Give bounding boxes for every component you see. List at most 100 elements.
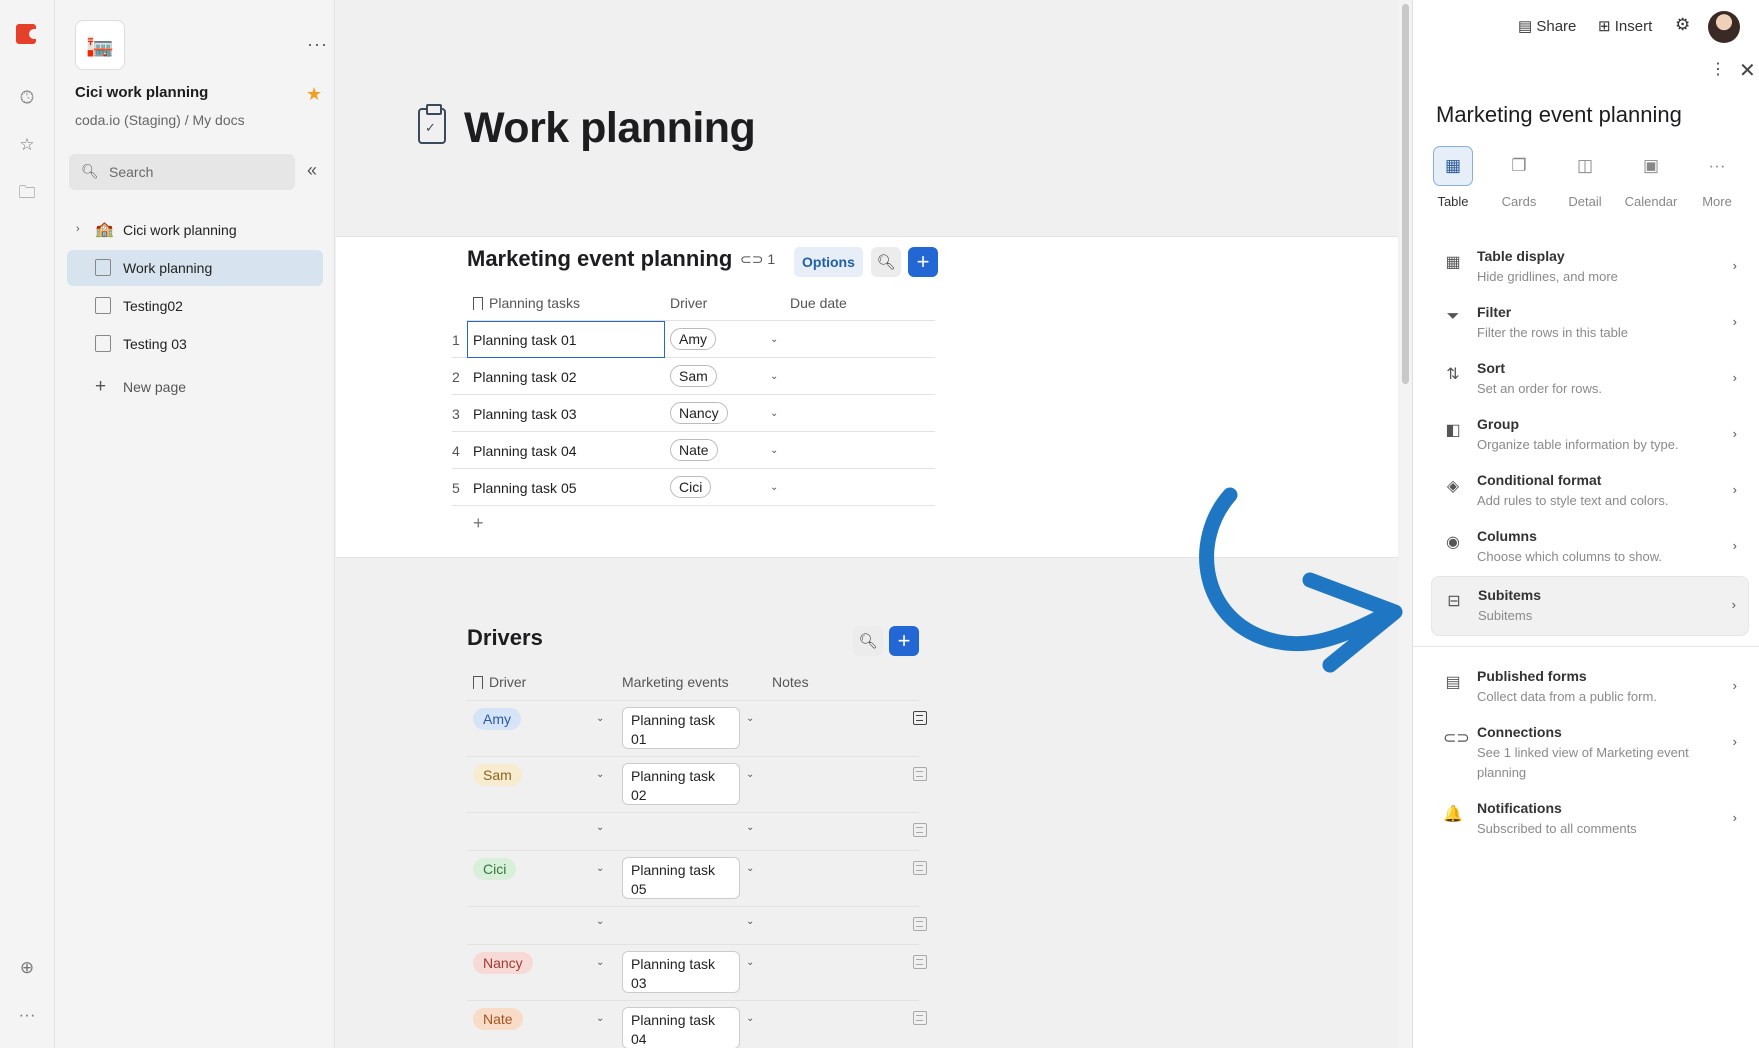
folder-icon[interactable]: 🗀 [16,182,38,204]
notes-icon[interactable] [913,917,927,931]
chevron-down-icon[interactable]: ⌄ [746,1013,754,1024]
chevron-down-icon[interactable]: ⌄ [596,769,604,780]
close-icon[interactable]: ✕ [1739,58,1756,83]
chevron-down-icon[interactable]: ⌄ [746,957,754,968]
driver-pill[interactable]: Sam [670,365,717,387]
history-icon[interactable]: 🕓︎ [16,87,38,109]
column-header-driver[interactable]: Driver [670,295,707,311]
column-header-marketing-events[interactable]: Marketing events [622,674,729,690]
share-button[interactable]: ▤ Share [1518,17,1576,35]
task-cell[interactable]: Planning task 05 [473,480,577,496]
option-sort[interactable]: ⇅ Sort Set an order for rows. › [1431,350,1749,410]
drivers-add-row-button[interactable]: + [889,626,919,656]
marketing-event-chip[interactable]: Planning task 02 [622,763,740,805]
panel-more-icon[interactable]: ⋮ [1710,59,1726,79]
table-row[interactable]: ⌄ ⌄ [467,813,927,851]
option-notifications[interactable]: 🔔 Notifications Subscribed to all comments… [1431,790,1749,850]
column-header-planning-tasks[interactable]: Planning tasks [473,295,580,311]
coda-logo-icon[interactable] [16,24,36,44]
table-row[interactable]: Nancy ⌄ Planning task 03 ⌄ [467,945,927,1001]
table-row[interactable]: 2 Planning task 02 Sam ⌄ [452,358,935,395]
table-row[interactable]: 3 Planning task 03 Nancy ⌄ [452,395,935,432]
table-row[interactable]: 1 Planning task 01 Amy ⌄ [452,321,935,358]
collapse-sidebar-icon[interactable]: « [307,160,317,181]
view-tab-more[interactable]: ··· More [1687,146,1747,209]
task-cell[interactable]: Planning task 02 [473,369,577,385]
table-row[interactable]: 5 Planning task 05 Cici ⌄ [452,469,935,506]
option-subitems[interactable]: ⊟ Subitems Subitems › [1431,576,1749,636]
view-tab-cards[interactable]: ❐ Cards [1489,146,1549,209]
table-row[interactable]: 4 Planning task 04 Nate ⌄ [452,432,935,469]
column-header-driver[interactable]: Driver [473,674,526,690]
doc-more-button[interactable]: ··· [307,34,328,55]
driver-pill[interactable]: Sam [473,764,522,786]
notes-icon[interactable] [913,823,927,837]
chevron-down-icon[interactable]: ⌄ [596,916,604,927]
table-search-button[interactable]: 🔍︎ [871,247,901,277]
chevron-down-icon[interactable]: ⌄ [770,408,778,419]
task-cell[interactable]: Planning task 03 [473,406,577,422]
chevron-down-icon[interactable]: ⌄ [746,863,754,874]
driver-pill[interactable]: Nate [473,1008,523,1030]
chevron-down-icon[interactable]: ⌄ [770,445,778,456]
chevron-down-icon[interactable]: ⌄ [746,916,754,927]
notes-icon[interactable] [913,955,927,969]
sidebar-search-input[interactable]: 🔍︎ Search [69,154,295,190]
driver-pill[interactable]: Nate [670,439,718,461]
chevron-down-icon[interactable]: ⌄ [770,482,778,493]
drivers-search-button[interactable]: 🔍︎ [853,626,883,656]
driver-pill[interactable]: Cici [670,476,712,498]
option-columns[interactable]: ◉ Columns Choose which columns to show. › [1431,518,1749,578]
avatar[interactable] [1708,11,1740,43]
favorite-star-icon[interactable]: ★ [306,84,322,105]
driver-pill[interactable]: Amy [473,708,521,730]
chevron-down-icon[interactable]: ⌄ [596,863,604,874]
new-page-button[interactable]: + New page [67,369,323,405]
gear-icon[interactable]: ⚙ [1675,15,1690,35]
view-tab-detail[interactable]: ◫ Detail [1555,146,1615,209]
linked-views-badge[interactable]: ⊂⊃ 1 [740,251,775,268]
page-title[interactable]: Work planning [464,104,756,153]
sidebar-item-testing02[interactable]: Testing02 [67,288,323,324]
marketing-event-chip[interactable]: Planning task 01 [622,707,740,749]
table-row[interactable]: Nate ⌄ Planning task 04 ⌄ [467,1001,927,1048]
star-icon[interactable]: ☆ [16,134,38,156]
table-title[interactable]: Marketing event planning [467,246,732,272]
option-table-display[interactable]: ▦ Table display Hide gridlines, and more › [1431,238,1749,298]
notes-icon[interactable] [913,861,927,875]
view-tab-table[interactable]: ▦ Table [1423,146,1483,209]
table-row[interactable]: ⌄ ⌄ [467,907,927,945]
chevron-down-icon[interactable]: ⌄ [596,957,604,968]
drivers-table-title[interactable]: Drivers [467,625,543,651]
marketing-event-chip[interactable]: Planning task 03 [622,951,740,993]
sidebar-item-cici-work-planning[interactable]: › 🏫 Cici work planning [67,212,323,248]
driver-pill[interactable]: Cici [473,858,517,880]
table-row[interactable]: Amy ⌄ Planning task 01 ⌄ [467,701,927,757]
sidebar-item-testing-03[interactable]: Testing 03 [67,326,323,362]
chevron-down-icon[interactable]: ⌄ [770,371,778,382]
option-group[interactable]: ◧ Group Organize table information by type… [1431,406,1749,466]
task-cell[interactable]: Planning task 01 [473,332,577,348]
clipboard-icon[interactable] [418,104,446,144]
marketing-event-chip[interactable]: Planning task 05 [622,857,740,899]
chevron-down-icon[interactable]: ⌄ [746,713,754,724]
table-row[interactable]: Cici ⌄ Planning task 05 ⌄ [467,851,927,907]
table-row[interactable]: Sam ⌄ Planning task 02 ⌄ [467,757,927,813]
chevron-down-icon[interactable]: ⌄ [770,334,778,345]
marketing-event-chip[interactable]: Planning task 04 [622,1007,740,1048]
add-circle-icon[interactable]: ⊕ [16,957,38,979]
chevron-down-icon[interactable]: ⌄ [746,822,754,833]
driver-pill[interactable]: Amy [670,328,716,350]
view-tab-calendar[interactable]: ▣ Calendar [1621,146,1681,209]
option-published-forms[interactable]: ▤ Published forms Collect data from a publ… [1431,658,1749,718]
insert-button[interactable]: ⊞ Insert [1598,17,1652,35]
add-row-button[interactable]: + [908,247,938,277]
sidebar-item-work-planning[interactable]: Work planning [67,250,323,286]
chevron-down-icon[interactable]: ⌄ [596,713,604,724]
chevron-down-icon[interactable]: ⌄ [746,769,754,780]
more-icon[interactable]: ··· [16,1004,38,1026]
notes-icon[interactable] [913,711,927,725]
add-row-plus-icon[interactable]: + [473,513,484,534]
driver-pill[interactable]: Nancy [473,952,533,974]
options-button[interactable]: Options [794,247,863,277]
